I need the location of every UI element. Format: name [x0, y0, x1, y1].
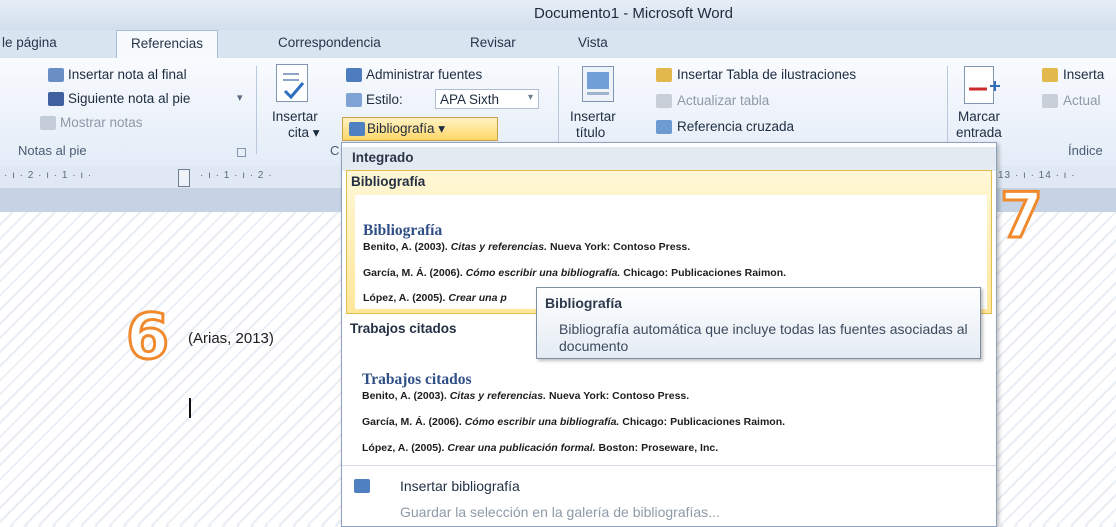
style-label: Estilo: [366, 92, 403, 107]
insert-caption-icon [582, 66, 614, 102]
preview-heading: Trabajos citados [362, 371, 472, 388]
bibliography-label: Bibliografía ▾ [367, 121, 446, 136]
window-title: Documento1 - Microsoft Word [534, 5, 733, 22]
ribbon-tabs: le página Referencias Correspondencia Re… [0, 30, 1116, 59]
update-index-icon [1042, 94, 1058, 108]
indent-marker-icon[interactable] [178, 169, 190, 187]
insert-table-of-figures-icon [656, 68, 672, 82]
preview-entry: López, A. (2005). Crear una p [363, 292, 507, 304]
next-footnote-icon [48, 92, 64, 106]
insert-bibliography-item[interactable]: Insertar bibliografía [400, 478, 520, 494]
menu-divider [342, 465, 996, 466]
preview-entry: García, M. Á. (2006). Cómo escribir una … [363, 267, 787, 279]
tooltip-title: Bibliografía [545, 295, 623, 311]
insert-caption-label-line2[interactable]: título [576, 125, 605, 140]
annotation-number-6: 6 [124, 300, 170, 373]
insert-caption-label-line1[interactable]: Insertar [570, 109, 616, 124]
preview-entry: Benito, A. (2003). Citas y referencias. … [362, 390, 690, 402]
manage-sources-icon [346, 68, 362, 82]
save-selection-item[interactable]: Guardar la selección en la galería de bi… [400, 504, 720, 520]
update-index-button[interactable]: Actual [1063, 93, 1101, 108]
gallery-item-label: Trabajos citados [350, 321, 457, 336]
bibliography-tooltip: Bibliografía Bibliografía automática que… [536, 287, 981, 359]
tab-mailings[interactable]: Correspondencia [278, 35, 381, 50]
preview-entry: García, M. Á. (2006). Cómo escribir una … [362, 416, 786, 428]
gallery-item-label: Bibliografía [351, 174, 426, 189]
insert-index-icon [1042, 68, 1058, 82]
citation-text[interactable]: (Arias, 2013) [188, 330, 274, 347]
preview-entry: López, A. (2005). Crear una publicación … [362, 442, 719, 454]
ruler-ticks-left: · ı · 2 · ı · 1 · ı · [4, 170, 93, 181]
insert-citation-icon [276, 64, 308, 102]
tab-page-layout[interactable]: le página [2, 35, 57, 50]
mark-entry-label-line1[interactable]: Marcar [958, 109, 1000, 124]
tooltip-body: Bibliografía automática que incluye toda… [559, 321, 968, 354]
insert-table-of-figures-button[interactable]: Insertar Tabla de ilustraciones [677, 67, 856, 82]
next-footnote-button[interactable]: Siguiente nota al pie [68, 91, 190, 106]
manage-sources-button[interactable]: Administrar fuentes [366, 67, 482, 82]
text-cursor [189, 398, 191, 418]
style-select[interactable]: APA Sixth ▾ [435, 89, 539, 109]
works-cited-preview: Trabajos citados Benito, A. (2003). Cita… [354, 342, 986, 456]
preview-entry: Benito, A. (2003). Citas y referencias. … [363, 241, 691, 253]
group-separator [256, 66, 257, 154]
update-table-icon [656, 94, 672, 108]
insert-citation-label-line2[interactable]: cita ▾ [288, 125, 320, 141]
tab-review[interactable]: Revisar [470, 35, 516, 50]
cross-reference-icon [656, 120, 672, 134]
annotation-number-7: 7 [998, 179, 1044, 252]
style-icon [346, 93, 362, 107]
bibliography-button[interactable]: Bibliografía ▾ [342, 117, 498, 141]
footnotes-group-label: Notas al pie [18, 143, 87, 158]
mark-entry-icon [964, 66, 1000, 104]
next-footnote-dropdown-arrow[interactable]: ▾ [237, 91, 243, 104]
preview-heading: Bibliografía [363, 222, 443, 239]
bibliography-icon [349, 122, 365, 136]
title-bar: Documento1 - Microsoft Word [0, 0, 1116, 30]
tab-references[interactable]: Referencias [116, 30, 219, 58]
dialog-launcher-icon[interactable] [237, 148, 246, 157]
insert-citation-label-line1[interactable]: Insertar [272, 109, 318, 124]
mark-entry-label-line2[interactable]: entrada [956, 125, 1002, 140]
cross-reference-button[interactable]: Referencia cruzada [677, 119, 794, 134]
group-separator [558, 66, 559, 154]
insert-endnote-icon [48, 68, 64, 82]
style-select-arrow: ▾ [527, 92, 533, 103]
show-notes-button[interactable]: Mostrar notas [60, 115, 143, 130]
index-group-label: Índice [1068, 143, 1103, 158]
section-builtin: Integrado [342, 147, 996, 171]
tab-view[interactable]: Vista [578, 35, 608, 50]
insert-endnote-button[interactable]: Insertar nota al final [68, 67, 187, 82]
ruler-ticks-left-2: · ı · 1 · ı · 2 · [200, 170, 273, 181]
insert-bibliography-icon [354, 479, 370, 493]
show-notes-icon [40, 116, 56, 130]
citations-group-label-partial: C [330, 143, 340, 158]
update-table-button[interactable]: Actualizar tabla [677, 93, 769, 108]
insert-index-button[interactable]: Inserta [1063, 67, 1104, 82]
style-select-value: APA Sixth [440, 92, 500, 107]
group-separator [947, 66, 948, 154]
